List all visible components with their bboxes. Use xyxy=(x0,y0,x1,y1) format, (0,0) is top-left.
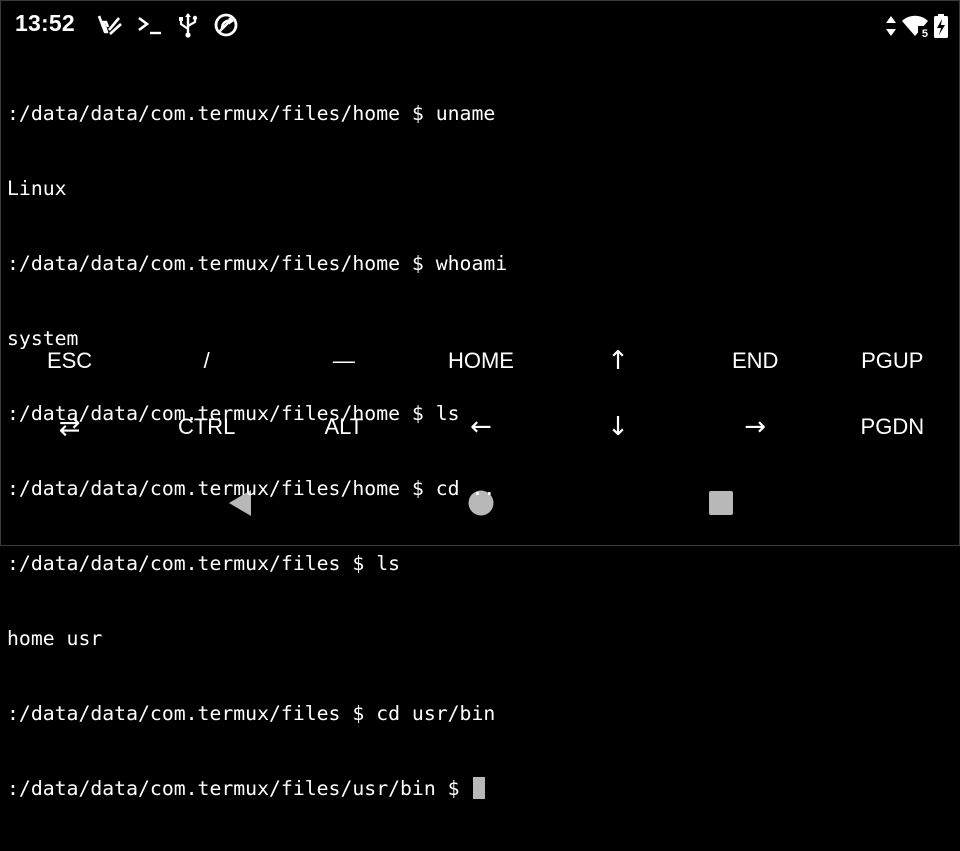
nav-recents-button[interactable] xyxy=(703,485,739,521)
left-arrow-icon: ← xyxy=(470,412,492,442)
terminal-line: Linux xyxy=(7,177,67,200)
sync-disabled-icon xyxy=(213,12,239,38)
key-end[interactable]: END xyxy=(687,328,824,394)
terminal-line: :/data/data/com.termux/files/home $ unam… xyxy=(7,102,496,125)
key-pgup[interactable]: PGUP xyxy=(824,328,960,394)
terminal-line: :/data/data/com.termux/files $ ls xyxy=(7,552,401,575)
tab-swap-icon: ⇄ xyxy=(58,412,81,442)
terminal-line: :/data/data/com.termux/files/home $ whoa… xyxy=(7,252,508,275)
status-time: 13:52 xyxy=(15,10,75,36)
wifi-icon: 5 xyxy=(901,14,929,40)
terminal-icon xyxy=(137,13,163,37)
key-ctrl[interactable]: CTRL xyxy=(138,394,275,460)
key-alt[interactable]: ALT xyxy=(275,394,412,460)
usb-icon xyxy=(177,12,199,38)
key-down-arrow[interactable]: ↓ xyxy=(550,394,687,460)
screen-frame: 13:52 5:/data/data/com.termux/files/hom… xyxy=(0,0,960,800)
notification-icon xyxy=(97,13,123,37)
nav-back-button[interactable] xyxy=(222,485,258,521)
terminal-line: home usr xyxy=(7,627,103,650)
key-pgdn[interactable]: PGDN xyxy=(824,394,960,460)
key-up-arrow[interactable]: ↑ xyxy=(550,328,687,394)
right-arrow-icon: → xyxy=(744,412,767,442)
key-dash[interactable]: — xyxy=(275,328,412,394)
terminal-line: :/data/data/com.termux/files $ cd usr/bi… xyxy=(7,702,496,725)
terminal-prompt-line[interactable]: :/data/data/com.termux/files/usr/bin $ xyxy=(7,776,955,801)
key-right-arrow[interactable]: → xyxy=(687,394,824,460)
key-slash[interactable]: / xyxy=(138,328,275,394)
extra-keys-row-1: ESC / — HOME ↑ END PGUP xyxy=(1,328,960,394)
navigation-bar xyxy=(1,471,960,533)
key-home[interactable]: HOME xyxy=(412,328,549,394)
up-arrow-icon: ↑ xyxy=(607,346,629,376)
key-esc[interactable]: ESC xyxy=(1,328,138,394)
terminal-prompt: :/data/data/com.termux/files/usr/bin $ xyxy=(7,777,472,800)
nav-home-button[interactable] xyxy=(463,485,499,521)
back-icon xyxy=(229,490,251,516)
key-left-arrow[interactable]: ← xyxy=(412,394,549,460)
data-arrows-icon xyxy=(885,14,897,38)
status-icons-left xyxy=(97,12,239,38)
down-arrow-icon: ↓ xyxy=(607,412,629,442)
terminal-cursor xyxy=(473,777,486,799)
extra-keys-row-2: ⇄ CTRL ALT ← ↓ → PGDN xyxy=(1,394,960,460)
status-icons-right: 5 xyxy=(885,13,949,40)
key-tab[interactable]: ⇄ xyxy=(1,394,138,460)
recents-icon xyxy=(709,491,733,515)
status-bar: 13:52 5 xyxy=(1,1,960,49)
battery-charging-icon xyxy=(933,13,949,39)
wifi-badge: 5 xyxy=(921,28,928,40)
home-icon xyxy=(468,490,494,516)
extra-keys-bar: ESC / — HOME ↑ END PGUP ⇄ CTRL ALT ← ↓ →… xyxy=(1,328,960,460)
